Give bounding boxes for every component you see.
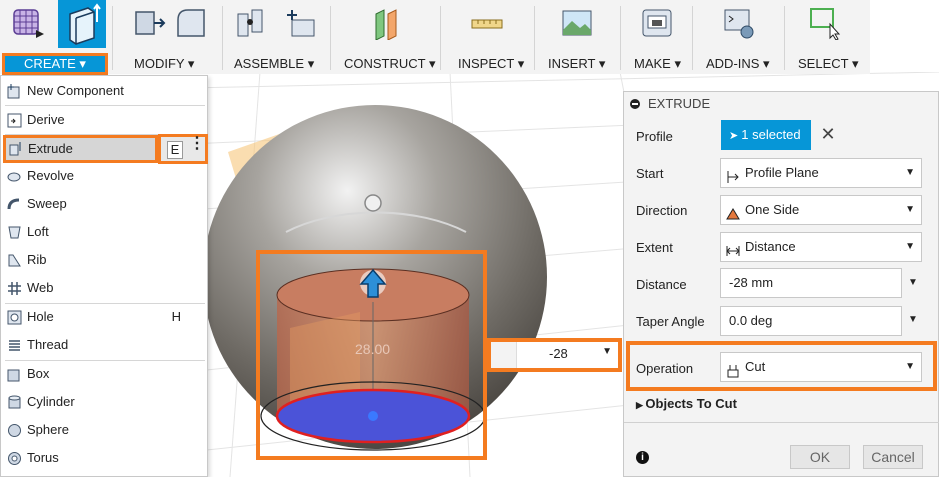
menu-item-torus[interactable]: Torus (5, 447, 205, 469)
offset-plane-icon[interactable] (370, 6, 404, 41)
cancel-button[interactable]: Cancel (863, 445, 923, 469)
operation-highlight (626, 341, 937, 391)
start-select[interactable]: Profile Plane ▼ (720, 158, 922, 188)
chevron-down-icon: ▼ (905, 241, 915, 252)
menu-item-new-component[interactable]: New Component (5, 80, 205, 102)
revolve-icon (7, 169, 22, 184)
start-label: Start (636, 166, 664, 181)
taper-angle-field[interactable]: 0.0 deg (720, 306, 902, 336)
menu-item-loft[interactable]: Loft (5, 221, 205, 243)
addins-menu[interactable]: ADD-INS ▾ (706, 56, 770, 72)
extrude-shortcut-and-more[interactable]: E ⋮ (158, 134, 208, 164)
cursor-icon: ➤ (729, 130, 742, 142)
new-sketch-icon[interactable] (10, 6, 46, 42)
panel-title: EXTRUDE (648, 96, 711, 111)
rib-icon (7, 253, 22, 268)
construct-menu[interactable]: CONSTRUCT ▾ (344, 56, 436, 72)
more-options-icon[interactable]: ⋮ (189, 136, 205, 152)
assemble-menu[interactable]: ASSEMBLE ▾ (234, 56, 314, 72)
one-side-icon (726, 203, 740, 220)
press-pull-icon[interactable] (132, 6, 166, 40)
chevron-down-icon[interactable]: ▼ (908, 277, 918, 288)
input-grip (491, 342, 517, 368)
distance-icon (726, 240, 740, 256)
rotate-handle[interactable] (364, 194, 382, 212)
hole-shortcut: H (171, 309, 181, 324)
3d-print-icon[interactable] (640, 6, 674, 40)
extrude-icon (8, 141, 23, 156)
extent-label: Extent (636, 240, 673, 255)
cylinder-icon (7, 395, 22, 410)
distance-input-overlay[interactable]: -28 ▼ (487, 338, 622, 372)
geometry-highlight (256, 250, 487, 460)
new-component-toolbar-icon[interactable] (284, 6, 318, 40)
menu-item-revolve[interactable]: Revolve (5, 165, 205, 187)
menu-item-box[interactable]: Box (5, 363, 205, 385)
chevron-down-icon[interactable]: ▼ (602, 346, 612, 357)
chevron-down-icon: ▼ (905, 204, 915, 215)
extrude-toolbar-button[interactable] (58, 0, 106, 48)
extrude-shortcut: E (167, 141, 183, 159)
profile-select-button[interactable]: ➤ 1 selected (721, 120, 811, 150)
menu-item-thread[interactable]: Thread (5, 334, 205, 356)
make-menu[interactable]: MAKE ▾ (634, 56, 681, 72)
info-icon[interactable]: i (636, 451, 649, 464)
web-icon (7, 281, 22, 296)
create-dropdown-button[interactable]: CREATE ▾ (2, 53, 108, 75)
extrude-panel: EXTRUDE Profile ➤ 1 selected ✕ Start Pro… (623, 91, 939, 477)
sweep-icon (7, 197, 22, 212)
box-icon (7, 367, 22, 382)
menu-item-derive[interactable]: Derive (5, 109, 205, 131)
menu-item-hole[interactable]: Hole H (5, 306, 205, 328)
measure-icon[interactable] (470, 6, 504, 40)
menu-item-web[interactable]: Web (5, 277, 205, 299)
extent-select[interactable]: Distance ▼ (720, 232, 922, 262)
panel-header[interactable]: EXTRUDE (624, 92, 939, 116)
derive-icon (7, 113, 22, 128)
new-component-icon (7, 84, 22, 99)
joint-icon[interactable] (234, 6, 268, 40)
select-icon[interactable] (808, 6, 842, 41)
extrude-icon (69, 3, 101, 45)
menu-item-cylinder[interactable]: Cylinder (5, 391, 205, 413)
direction-label: Direction (636, 203, 688, 218)
insert-menu[interactable]: INSERT ▾ (548, 56, 605, 72)
fillet-icon[interactable] (174, 6, 208, 40)
thread-icon (7, 338, 22, 353)
distance-field[interactable]: -28 mm (720, 268, 902, 298)
profile-plane-icon (726, 166, 740, 183)
chevron-right-icon: ▶ (636, 400, 646, 410)
direction-select[interactable]: One Side ▼ (720, 195, 922, 225)
profile-label: Profile (636, 129, 673, 144)
inspect-menu[interactable]: INSPECT ▾ (458, 56, 524, 72)
hole-icon (7, 310, 22, 325)
menu-item-extrude[interactable]: Extrude (3, 135, 158, 163)
taper-angle-label: Taper Angle (636, 314, 705, 329)
select-menu[interactable]: SELECT ▾ (798, 56, 858, 72)
chevron-down-icon[interactable]: ▼ (908, 314, 918, 325)
ok-button[interactable]: OK (790, 445, 850, 469)
close-icon[interactable]: ✕ (818, 123, 838, 145)
objects-to-cut-section[interactable]: ▶ Objects To Cut (636, 396, 737, 411)
loft-icon (7, 225, 22, 240)
distance-input-value: -28 (549, 346, 568, 361)
insert-image-icon[interactable] (560, 6, 594, 40)
sphere-icon (7, 423, 22, 438)
toolbar: CREATE ▾ MODIFY ▾ ASSEMBLE ▾ CONSTRUCT ▾… (0, 0, 870, 75)
chevron-down-icon: ▼ (905, 167, 915, 178)
distance-label: Distance (636, 277, 687, 292)
menu-item-rib[interactable]: Rib (5, 249, 205, 271)
torus-icon (7, 451, 22, 466)
menu-item-sweep[interactable]: Sweep (5, 193, 205, 215)
scripts-addins-icon[interactable] (722, 6, 756, 40)
menu-item-sphere[interactable]: Sphere (5, 419, 205, 441)
modify-menu[interactable]: MODIFY ▾ (134, 56, 194, 72)
